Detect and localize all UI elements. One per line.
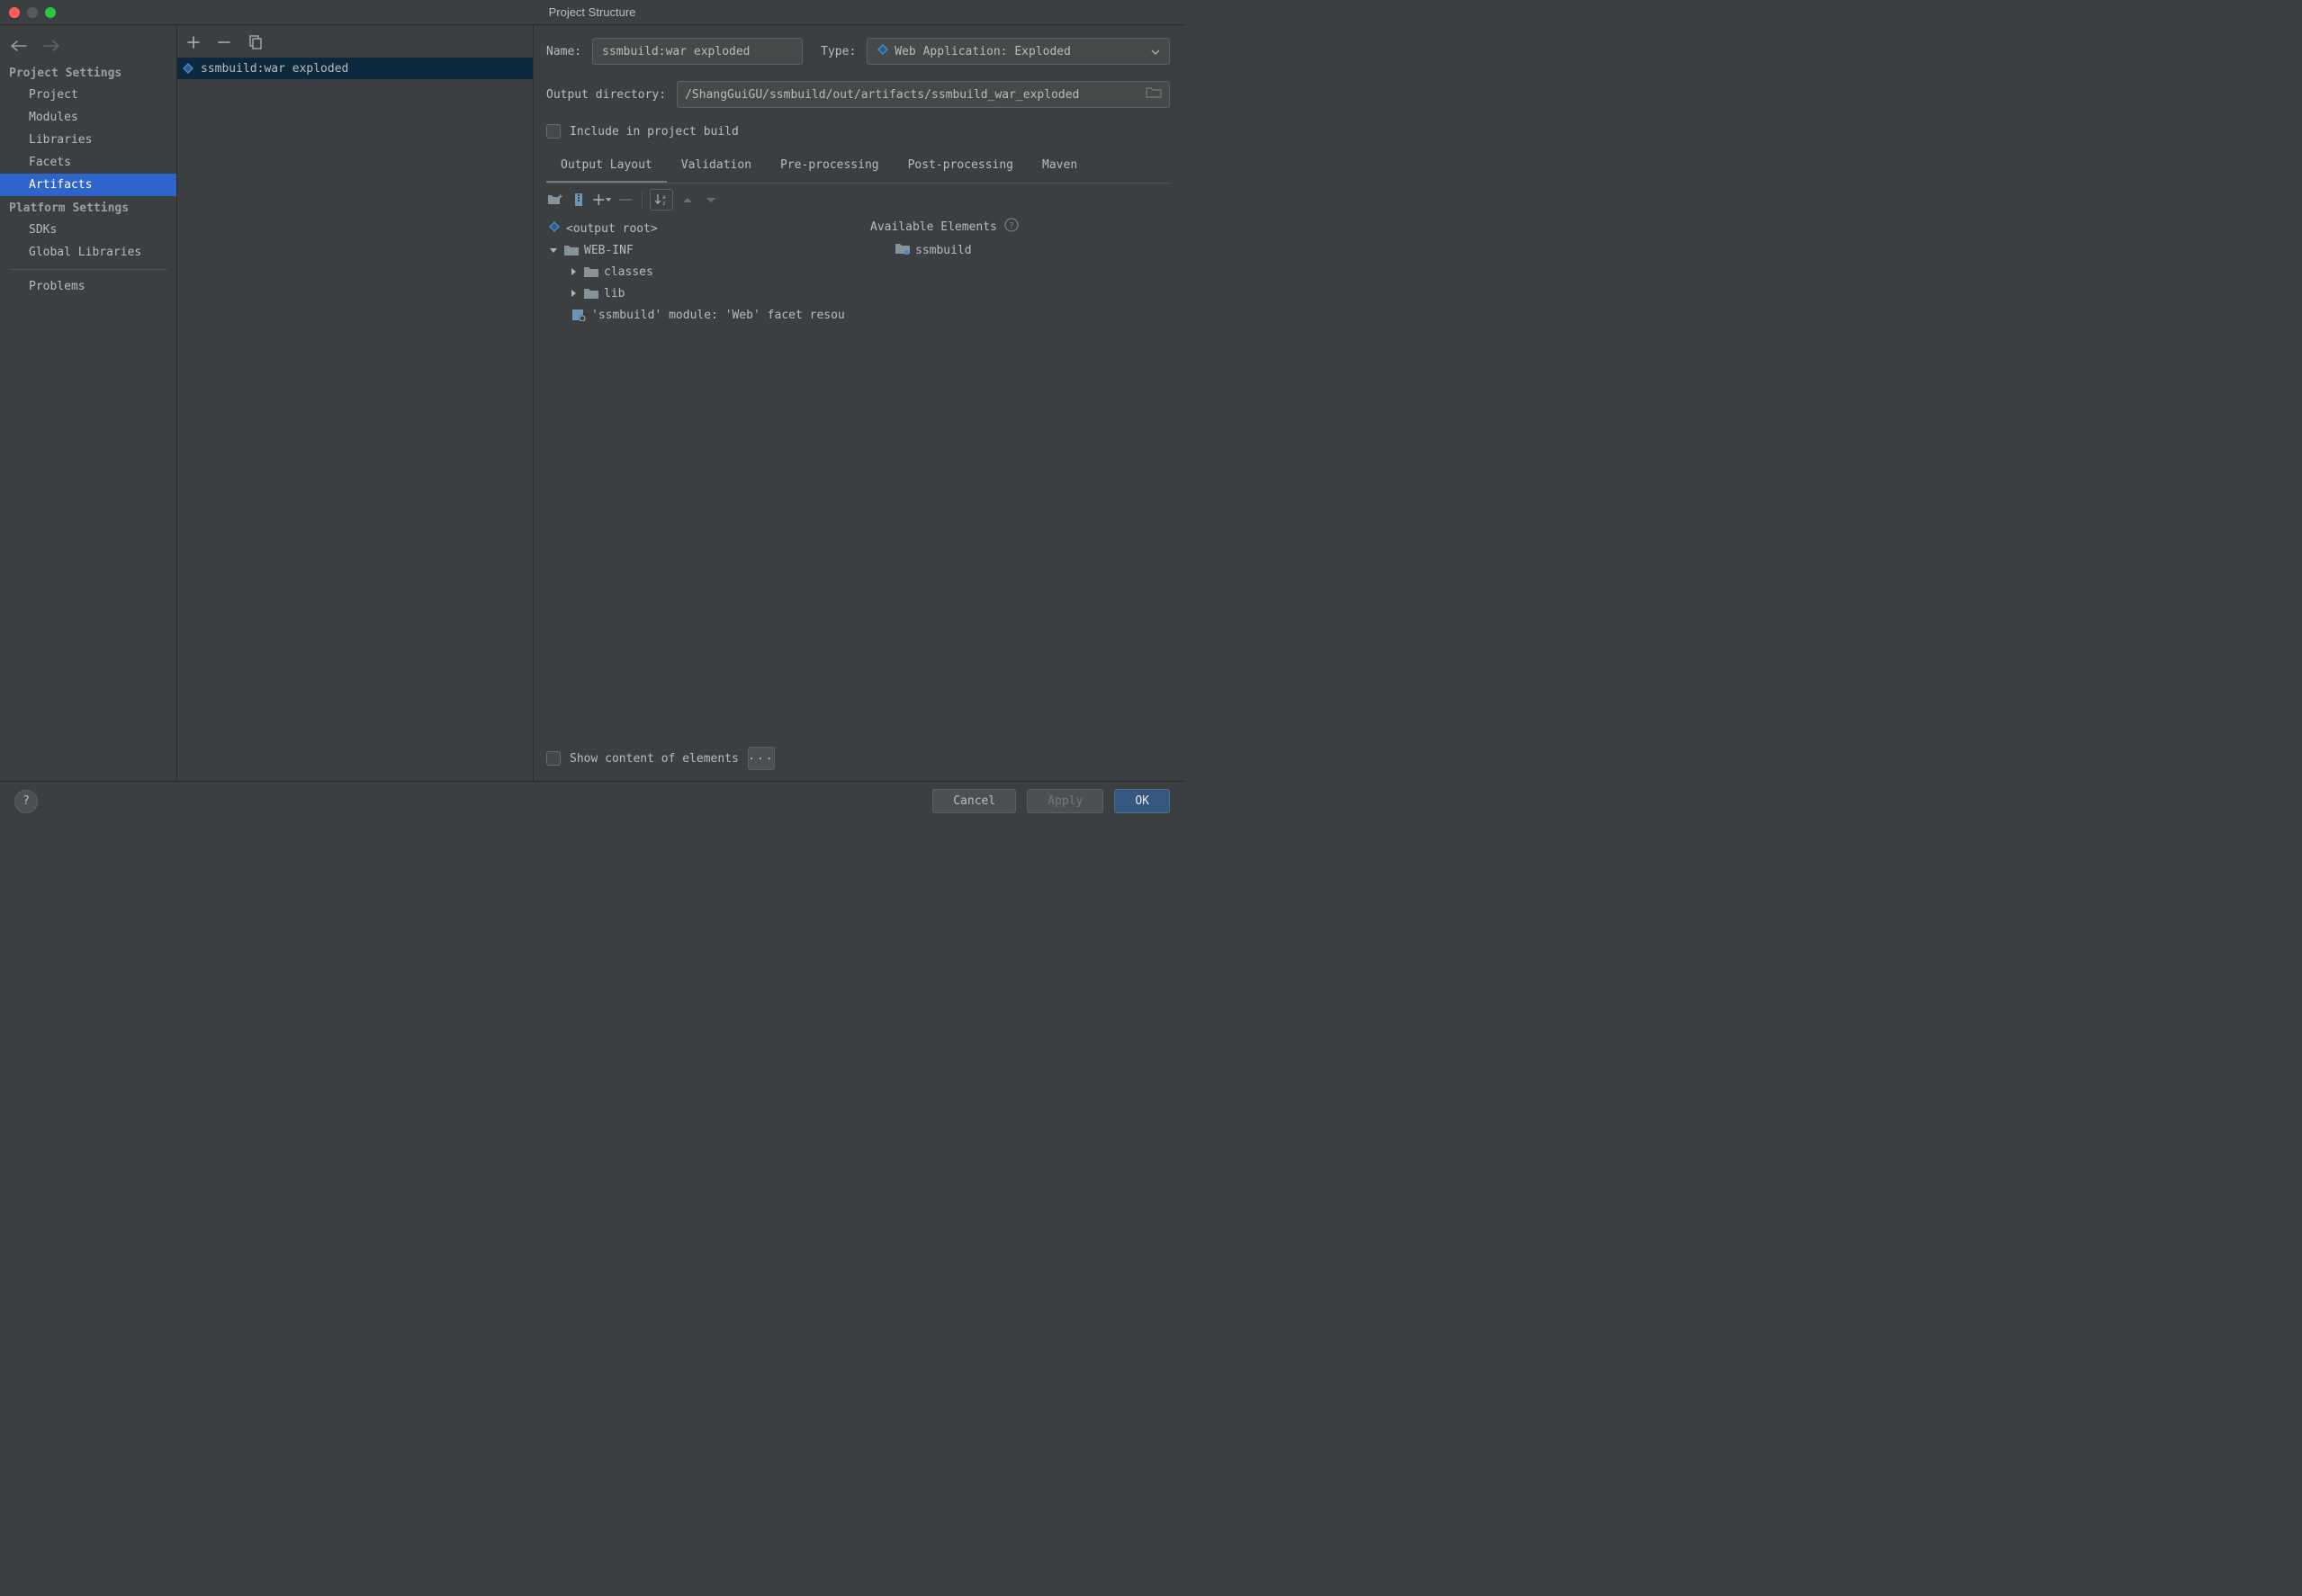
available-elements-label: Available Elements	[870, 220, 997, 234]
collapse-icon[interactable]	[548, 246, 559, 255]
artifact-type-select[interactable]: Web Application: Exploded	[867, 38, 1170, 65]
apply-button: Apply	[1027, 789, 1103, 813]
tree-label: 'ssmbuild' module: 'Web' facet resou	[591, 309, 845, 322]
available-item[interactable]: ssmbuild	[870, 239, 1170, 261]
tree-facet[interactable]: 'ssmbuild' module: 'Web' facet resou	[546, 304, 870, 326]
remove-layout-item-icon	[616, 191, 634, 209]
output-tree: <output root> WEB-INF	[546, 214, 870, 740]
tab-output-layout[interactable]: Output Layout	[546, 151, 667, 183]
footer: ? Cancel Apply OK	[0, 781, 1184, 820]
tree-label: classes	[604, 265, 653, 279]
sidebar-heading-platform: Platform Settings	[0, 196, 176, 219]
sidebar-item-global-libraries[interactable]: Global Libraries	[0, 241, 176, 264]
sidebar-item-modules[interactable]: Modules	[0, 106, 176, 129]
sidebar-item-facets[interactable]: Facets	[0, 151, 176, 174]
tab-pre-processing[interactable]: Pre-processing	[766, 151, 894, 183]
window-title: Project Structure	[549, 5, 636, 19]
tree-root[interactable]: <output root>	[546, 218, 870, 239]
output-tabs: Output Layout Validation Pre-processing …	[546, 151, 1170, 184]
sidebar: Project Settings Project Modules Librari…	[0, 25, 177, 781]
svg-text:z: z	[662, 201, 666, 206]
module-icon	[895, 243, 910, 258]
svg-text:?: ?	[1009, 221, 1014, 231]
move-up-icon	[679, 191, 697, 209]
type-label: Type:	[821, 45, 856, 58]
window-controls	[9, 7, 56, 18]
web-facet-icon	[571, 309, 586, 321]
tab-post-processing[interactable]: Post-processing	[894, 151, 1028, 183]
artifact-label: ssmbuild:war exploded	[201, 62, 348, 76]
include-in-build-label: Include in project build	[570, 125, 739, 139]
output-dir-value: /ShangGuiGU/ssmbuild/out/artifacts/ssmbu…	[685, 88, 1079, 102]
new-folder-icon[interactable]: +	[546, 191, 564, 209]
artifact-row[interactable]: ssmbuild:war exploded	[177, 58, 533, 79]
output-dir-label: Output directory:	[546, 88, 666, 102]
type-value: Web Application: Exploded	[895, 45, 1071, 58]
add-artifact-icon[interactable]	[184, 33, 202, 51]
sidebar-heading-project: Project Settings	[0, 61, 176, 84]
web-artifact-icon	[877, 43, 889, 59]
sidebar-item-libraries[interactable]: Libraries	[0, 129, 176, 151]
tree-webinf[interactable]: WEB-INF	[546, 239, 870, 261]
available-elements-pane: Available Elements ? ssmbuild	[870, 214, 1170, 740]
move-down-icon	[702, 191, 720, 209]
tree-classes[interactable]: classes	[546, 261, 870, 282]
expand-icon[interactable]	[568, 289, 579, 298]
tree-label: <output root>	[566, 222, 658, 236]
tab-validation[interactable]: Validation	[667, 151, 766, 183]
cancel-button[interactable]: Cancel	[932, 789, 1016, 813]
tree-label: lib	[604, 287, 625, 300]
artifact-name-input[interactable]	[592, 38, 803, 65]
sidebar-item-project[interactable]: Project	[0, 84, 176, 106]
show-content-label: Show content of elements	[570, 752, 739, 766]
show-content-checkbox[interactable]	[546, 751, 561, 766]
nav-back-icon[interactable]	[11, 40, 27, 52]
ok-button[interactable]: OK	[1114, 789, 1170, 813]
help-icon[interactable]: ?	[1004, 218, 1019, 236]
remove-artifact-icon[interactable]	[215, 33, 233, 51]
sidebar-item-sdks[interactable]: SDKs	[0, 219, 176, 241]
show-content-more-button[interactable]: ...	[748, 747, 775, 770]
web-artifact-icon	[181, 61, 195, 76]
folder-icon	[584, 288, 598, 300]
include-in-build-checkbox[interactable]	[546, 124, 561, 139]
add-layout-item-icon[interactable]	[593, 191, 611, 209]
output-root-icon	[548, 220, 561, 237]
sidebar-item-problems[interactable]: Problems	[0, 275, 176, 298]
name-label: Name:	[546, 45, 581, 58]
new-archive-icon[interactable]	[570, 191, 588, 209]
detail-pane: Name: Type: Web Application: Exploded Ou…	[534, 25, 1184, 781]
folder-icon	[584, 266, 598, 278]
titlebar: Project Structure	[0, 0, 1184, 25]
svg-text:a: a	[662, 194, 666, 201]
expand-icon[interactable]	[568, 267, 579, 276]
minimize-window-icon	[27, 7, 38, 18]
folder-icon	[564, 245, 579, 256]
available-item-label: ssmbuild	[915, 244, 972, 257]
tree-label: WEB-INF	[584, 244, 634, 257]
artifact-list-pane: ssmbuild:war exploded	[177, 25, 534, 781]
browse-folder-icon[interactable]	[1146, 86, 1162, 103]
tree-lib[interactable]: lib	[546, 282, 870, 304]
output-dir-input[interactable]: /ShangGuiGU/ssmbuild/out/artifacts/ssmbu…	[677, 81, 1170, 108]
toolbar-separator	[642, 192, 643, 208]
sort-icon[interactable]: az	[650, 189, 673, 211]
svg-text:+: +	[558, 193, 563, 202]
copy-artifact-icon[interactable]	[246, 33, 264, 51]
nav-forward-icon	[43, 40, 59, 52]
sidebar-item-artifacts[interactable]: Artifacts	[0, 174, 176, 196]
chevron-down-icon	[1151, 45, 1160, 58]
close-window-icon[interactable]	[9, 7, 20, 18]
maximize-window-icon[interactable]	[45, 7, 56, 18]
help-button[interactable]: ?	[14, 790, 38, 813]
sidebar-divider	[9, 269, 167, 270]
tab-maven[interactable]: Maven	[1028, 151, 1092, 183]
